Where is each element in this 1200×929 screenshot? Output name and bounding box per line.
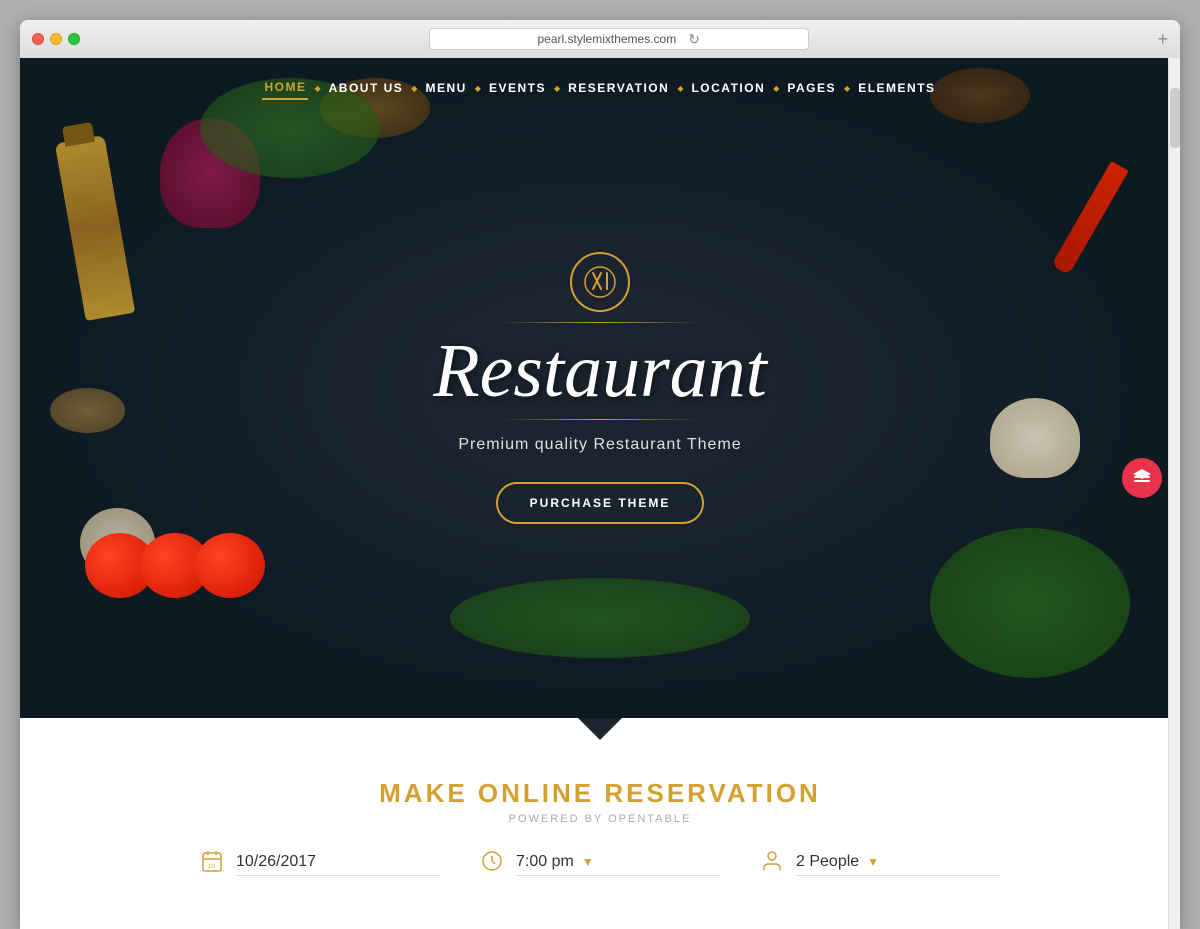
calendar-icon: 10 xyxy=(200,849,224,879)
time-field: 7:00 pm ▼ xyxy=(480,849,720,879)
hero-bottom-divider xyxy=(500,419,700,420)
restaurant-logo-icon xyxy=(570,252,630,312)
date-input-group[interactable]: 10/26/2017 xyxy=(236,853,440,876)
nav-item-pages: PAGES xyxy=(785,77,838,99)
svg-text:10: 10 xyxy=(208,864,215,870)
people-field: 2 People ▼ xyxy=(760,849,1000,879)
hero-section: HOME ◆ ABOUT US ◆ MENU ◆ EVENTS xyxy=(20,58,1180,718)
calendar-svg-icon: 10 xyxy=(200,849,224,873)
date-field: 10 10/26/2017 xyxy=(200,849,440,879)
nav-link-reservation[interactable]: RESERVATION xyxy=(566,77,671,99)
minimize-button[interactable] xyxy=(50,33,62,45)
close-button[interactable] xyxy=(32,33,44,45)
nav-separator-2: ◆ xyxy=(411,84,417,93)
reload-icon[interactable]: ↻ xyxy=(688,31,700,48)
nav-item-menu: MENU xyxy=(423,77,468,99)
nav-item-about: ABOUT US xyxy=(327,77,406,99)
url-text: pearl.stylemixthemes.com xyxy=(538,32,677,46)
nav-item-events: EVENTS xyxy=(487,77,548,99)
nav-separator-6: ◆ xyxy=(773,84,779,93)
people-input-group[interactable]: 2 People ▼ xyxy=(796,853,1000,876)
nav-link-events[interactable]: EVENTS xyxy=(487,77,548,99)
add-tab-button[interactable]: + xyxy=(1157,29,1168,50)
hero-content: Restaurant Premium quality Restaurant Th… xyxy=(350,252,850,524)
herbs-bottom-decoration xyxy=(450,578,750,658)
clock-icon xyxy=(480,849,504,879)
person-icon xyxy=(760,849,784,879)
nav-item-reservation: RESERVATION xyxy=(566,77,671,99)
nav-link-location[interactable]: LOCATION xyxy=(689,77,767,99)
spice-bowl-small-decoration xyxy=(50,388,125,433)
person-svg-icon xyxy=(760,849,784,873)
hero-title: Restaurant xyxy=(350,333,850,409)
url-input[interactable]: pearl.stylemixthemes.com ↻ xyxy=(429,28,809,50)
nav-link-home[interactable]: HOME xyxy=(262,76,308,100)
website-content: HOME ◆ ABOUT US ◆ MENU ◆ EVENTS xyxy=(20,58,1180,929)
nav-link-pages[interactable]: PAGES xyxy=(785,77,838,99)
section-divider-arrow xyxy=(578,718,622,740)
nav-item-location: LOCATION xyxy=(689,77,767,99)
maximize-button[interactable] xyxy=(68,33,80,45)
reservation-title: MAKE ONLINE RESERVATION xyxy=(379,778,821,809)
garlic-right-decoration xyxy=(990,398,1080,478)
address-bar: pearl.stylemixthemes.com ↻ xyxy=(88,28,1149,50)
layers-icon xyxy=(1131,467,1153,489)
time-input-group[interactable]: 7:00 pm ▼ xyxy=(516,853,720,876)
nav-separator-4: ◆ xyxy=(554,84,560,93)
hero-subtitle: Premium quality Restaurant Theme xyxy=(350,436,850,454)
scrollbar[interactable] xyxy=(1168,58,1180,929)
date-value: 10/26/2017 xyxy=(236,853,316,871)
browser-window: pearl.stylemixthemes.com ↻ + xyxy=(20,20,1180,929)
tomatoes-decoration xyxy=(100,533,265,598)
nav-link-about[interactable]: ABOUT US xyxy=(327,77,406,99)
purchase-button[interactable]: PURCHASE THEME xyxy=(496,482,705,524)
people-dropdown-arrow[interactable]: ▼ xyxy=(867,855,879,869)
fork-knife-icon xyxy=(583,265,617,299)
floating-badge[interactable] xyxy=(1122,458,1162,498)
reservation-section: MAKE ONLINE RESERVATION POWERED BY OPENT… xyxy=(20,718,1180,929)
browser-titlebar: pearl.stylemixthemes.com ↻ + xyxy=(20,20,1180,58)
nav-item-elements: ELEMENTS xyxy=(856,77,937,99)
herbs-right-decoration xyxy=(930,528,1130,678)
nav-separator-1: ◆ xyxy=(314,84,320,93)
nav-link-menu[interactable]: MENU xyxy=(423,77,468,99)
time-value: 7:00 pm xyxy=(516,853,574,871)
nav-list: HOME ◆ ABOUT US ◆ MENU ◆ EVENTS xyxy=(262,76,937,100)
time-dropdown-arrow[interactable]: ▼ xyxy=(582,855,594,869)
nav-link-elements[interactable]: ELEMENTS xyxy=(856,77,937,99)
tomato-3 xyxy=(195,533,265,598)
people-value: 2 People xyxy=(796,853,859,871)
reservation-subtitle: POWERED BY OPENTABLE xyxy=(509,813,692,825)
nav-separator-3: ◆ xyxy=(475,84,481,93)
nav-separator-5: ◆ xyxy=(677,84,683,93)
nav-item-home: HOME xyxy=(262,76,308,100)
clock-svg-icon xyxy=(480,849,504,873)
traffic-lights xyxy=(32,33,80,45)
hero-top-divider xyxy=(500,322,700,323)
main-nav: HOME ◆ ABOUT US ◆ MENU ◆ EVENTS xyxy=(20,58,1180,118)
nav-separator-7: ◆ xyxy=(844,84,850,93)
reservation-form: 10 10/26/2017 xyxy=(200,849,1000,879)
